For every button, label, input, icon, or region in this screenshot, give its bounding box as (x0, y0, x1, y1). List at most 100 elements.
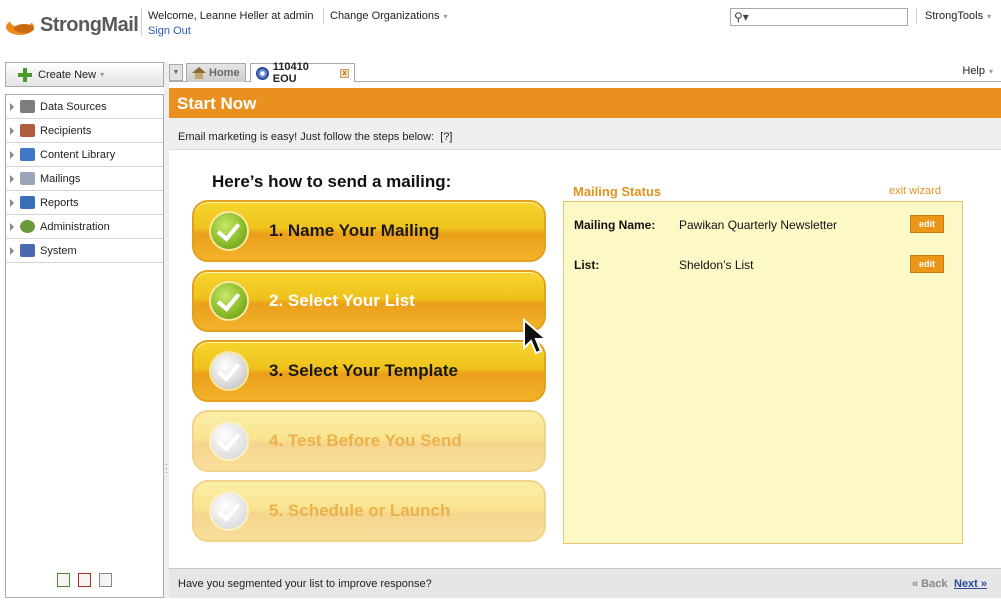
create-new-button[interactable]: Create New ▾ (5, 62, 164, 87)
close-tab-icon[interactable]: x (340, 68, 349, 78)
expand-arrow-icon[interactable] (10, 198, 14, 207)
sidebar-item-mailings[interactable]: Mailings (6, 167, 163, 191)
sidebar-item-label: Content Library (40, 148, 116, 161)
envelope-icon (20, 172, 35, 185)
admin-gear-icon (20, 220, 35, 233)
next-link[interactable]: Next » (954, 578, 987, 590)
step-select-template[interactable]: 3. Select Your Template (192, 340, 546, 402)
strongtools-menu[interactable]: StrongTools ▾ (925, 10, 991, 22)
help-hint-link[interactable]: [?] (440, 131, 452, 143)
mailing-status-title: Mailing Status (573, 184, 662, 199)
sidebar-item-system[interactable]: System (6, 239, 163, 263)
strongtools-label: StrongTools (925, 10, 984, 22)
strongmail-logo: StrongMail (6, 14, 139, 37)
header-divider (916, 8, 917, 24)
steps-heading: Here’s how to send a mailing: (212, 172, 452, 191)
edit-list-button[interactable]: edit (910, 255, 944, 273)
expand-arrow-icon[interactable] (10, 222, 14, 231)
header-divider (323, 8, 324, 24)
checkmark-icon (211, 353, 247, 389)
strongmail-logo-icon (6, 14, 36, 37)
plus-icon (18, 67, 32, 82)
header-divider (141, 8, 142, 36)
page-title: Start Now (177, 94, 257, 113)
delete-document-icon[interactable] (78, 573, 91, 587)
expand-arrow-icon[interactable] (10, 246, 14, 255)
step-label: 5. Schedule or Launch (269, 501, 451, 520)
sidebar-item-label: Administration (40, 220, 110, 233)
sidebar-item-recipients[interactable]: Recipients (6, 119, 163, 143)
step-label: 3. Select Your Template (269, 361, 458, 380)
search-icon: ⚲▾ (734, 10, 749, 24)
expand-arrow-icon[interactable] (10, 174, 14, 183)
move-document-icon[interactable] (99, 573, 112, 587)
step-schedule-launch: 5. Schedule or Launch (192, 480, 546, 542)
database-icon (20, 100, 35, 113)
sidebar-item-label: System (40, 244, 77, 257)
caret-icon: ▾ (443, 12, 448, 21)
step-label: 2. Select Your List (269, 291, 415, 310)
list-value: Sheldon’s List (679, 258, 754, 272)
step-test-send: 4. Test Before You Send (192, 410, 546, 472)
caret-icon: ▾ (988, 67, 993, 76)
list-label: List: (574, 258, 600, 272)
content-library-icon (20, 148, 35, 161)
chevron-down-icon: ▾ (100, 70, 105, 79)
checkmark-icon (211, 423, 247, 459)
step-select-list[interactable]: 2. Select Your List (192, 270, 546, 332)
checkmark-icon (211, 283, 247, 319)
search-input[interactable]: ⚲▾ (730, 8, 908, 26)
expand-arrow-icon[interactable] (10, 150, 14, 159)
intro-text: Email marketing is easy! Just follow the… (178, 131, 435, 143)
sidebar-item-label: Reports (40, 196, 79, 209)
edit-mailing-name-button[interactable]: edit (910, 215, 944, 233)
step-label: 1. Name Your Mailing (269, 221, 440, 240)
recipients-icon (20, 124, 35, 137)
sidebar: Data Sources Recipients Content Library … (5, 94, 164, 598)
sidebar-item-label: Recipients (40, 124, 92, 137)
tab-mailing[interactable]: 110410 EOU x (250, 61, 355, 85)
sidebar-footer-toolbar (6, 563, 163, 597)
mailing-name-value: Pawikan Quarterly Newsletter (679, 218, 838, 232)
splitter-grip-icon[interactable]: · · · (165, 460, 168, 477)
main-panel: Start Now Email marketing is easy! Just … (169, 83, 1001, 598)
checkmark-icon (211, 493, 247, 529)
expand-arrow-icon[interactable] (10, 102, 14, 111)
tab-home[interactable]: Home (186, 63, 246, 82)
system-icon (20, 244, 35, 257)
step-name-mailing[interactable]: 1. Name Your Mailing (192, 200, 546, 262)
change-organizations-link[interactable]: Change Organizations ▾ (330, 10, 447, 22)
sidebar-item-label: Data Sources (40, 100, 107, 113)
globe-icon (256, 66, 269, 80)
wizard-footer: Have you segmented your list to improve … (169, 568, 1001, 598)
caret-icon: ▾ (987, 12, 992, 21)
change-organizations-label: Change Organizations (330, 10, 440, 22)
mouse-cursor-icon (523, 318, 549, 355)
exit-wizard-link[interactable]: exit wizard (889, 185, 941, 197)
welcome-text: Welcome, Leanne Heller at admin (148, 10, 314, 22)
reports-icon (20, 196, 35, 209)
tab-home-label: Home (209, 67, 240, 79)
sidebar-item-reports[interactable]: Reports (6, 191, 163, 215)
step-label: 4. Test Before You Send (269, 431, 462, 450)
logo-text: StrongMail (40, 14, 139, 36)
add-document-icon[interactable] (57, 573, 70, 587)
tab-bar: ▼ Home 110410 EOU x Help ▾ (169, 61, 1001, 85)
intro-bar: Email marketing is easy! Just follow the… (169, 118, 1001, 150)
expand-arrow-icon[interactable] (10, 126, 14, 135)
mailing-status-panel: Mailing Name: Pawikan Quarterly Newslett… (563, 201, 963, 544)
checkmark-icon (211, 213, 247, 249)
back-link[interactable]: « Back (912, 578, 947, 590)
tab-list-dropdown[interactable]: ▼ (169, 64, 183, 81)
sidebar-item-content-library[interactable]: Content Library (6, 143, 163, 167)
footer-tip: Have you segmented your list to improve … (178, 578, 432, 590)
help-menu[interactable]: Help ▾ (962, 65, 993, 77)
create-new-label: Create New (38, 68, 97, 81)
tab-mailing-label: 110410 EOU (272, 61, 309, 85)
help-label: Help (962, 65, 985, 77)
sign-out-link[interactable]: Sign Out (148, 25, 191, 37)
sidebar-item-data-sources[interactable]: Data Sources (6, 95, 163, 119)
title-bar: Start Now (169, 88, 1001, 118)
sidebar-item-administration[interactable]: Administration (6, 215, 163, 239)
mailing-name-label: Mailing Name: (574, 218, 656, 232)
